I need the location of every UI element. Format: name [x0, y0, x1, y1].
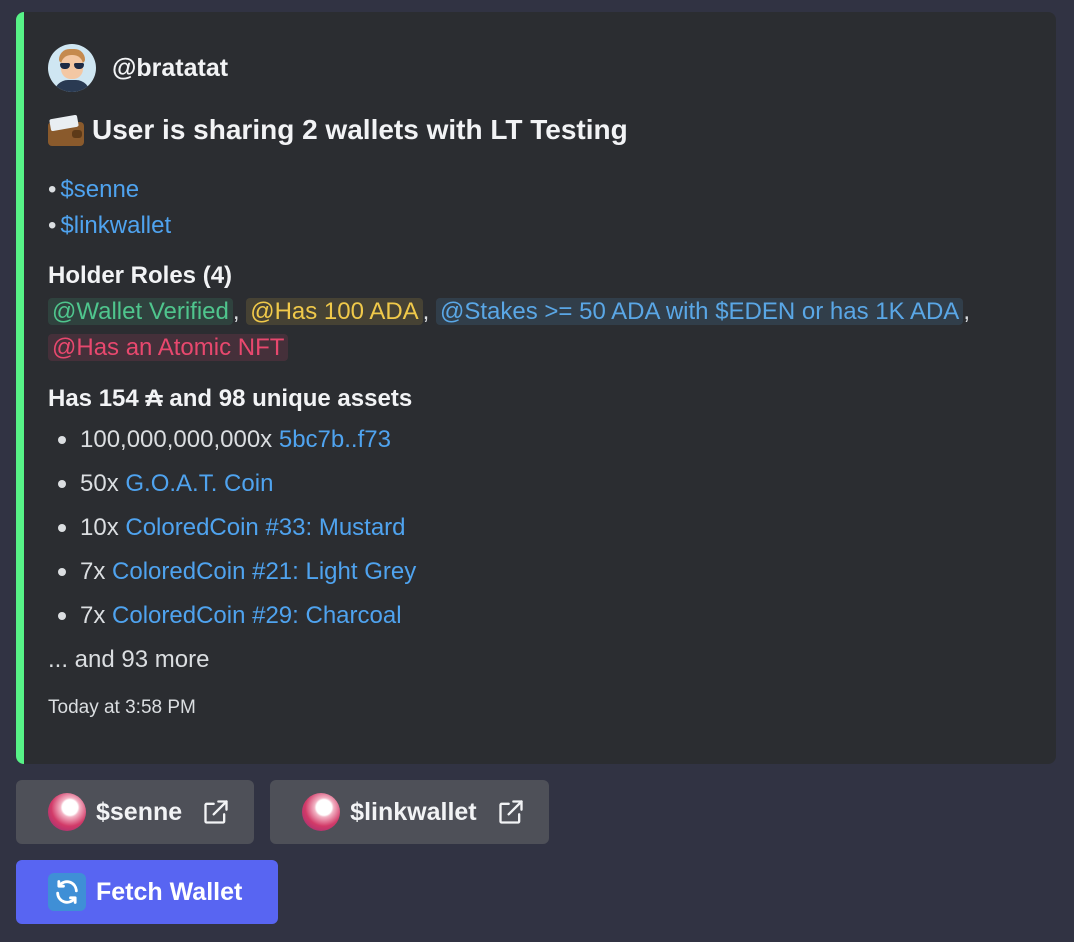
- asset-quantity: 10x: [80, 514, 119, 541]
- asset-list-item: 50x G.O.A.T. Coin: [48, 462, 1032, 506]
- wallet-list-item: • $senne: [48, 172, 1032, 208]
- bullet-icon: [58, 436, 66, 444]
- button-label: $senne: [96, 797, 183, 826]
- linkwallet-wallet-button[interactable]: $linkwallet: [270, 780, 549, 844]
- bullet-icon: [58, 568, 66, 576]
- roles-list: @Wallet Verified, @Has 100 ADA, @Stakes …: [48, 294, 1008, 366]
- asset-quantity: 7x: [80, 558, 106, 585]
- button-label: Fetch Wallet: [96, 877, 243, 906]
- role-separator: ,: [232, 298, 240, 325]
- wallet-link-buttons: $senne $linkwallet: [16, 780, 549, 844]
- asset-quantity: 50x: [80, 470, 119, 497]
- bullet-icon: [58, 524, 66, 532]
- bullet: •: [48, 176, 57, 203]
- assets-heading: Has 154 ₳ and 98 unique assets: [48, 385, 413, 412]
- wallet-icon: [48, 114, 84, 146]
- author-name[interactable]: @bratatat: [112, 54, 228, 83]
- fetch-wallet-button[interactable]: Fetch Wallet: [16, 860, 278, 924]
- asset-link[interactable]: ColoredCoin #33: Mustard: [125, 514, 405, 542]
- embed-author: @bratatat: [48, 42, 1032, 94]
- orb-icon: [302, 793, 341, 831]
- role-mention-wallet-verified[interactable]: @Wallet Verified: [48, 298, 233, 325]
- external-link-icon: [204, 800, 228, 824]
- role-mention-stakes[interactable]: @Stakes >= 50 ADA with $EDEN or has 1K A…: [436, 298, 964, 325]
- asset-link[interactable]: ColoredCoin #21: Light Grey: [112, 558, 416, 586]
- asset-link[interactable]: G.O.A.T. Coin: [125, 470, 273, 498]
- asset-list-item: 7x ColoredCoin #21: Light Grey: [48, 550, 1032, 594]
- embed-title: User is sharing 2 wallets with LT Testin…: [48, 102, 1032, 158]
- external-link-icon: [498, 800, 523, 824]
- embed-title-text: User is sharing 2 wallets with LT Testin…: [92, 114, 628, 145]
- button-label: $linkwallet: [350, 797, 477, 826]
- asset-link[interactable]: 5bc7b..f73: [279, 426, 391, 454]
- bullet-icon: [58, 612, 66, 620]
- asset-quantity: 100,000,000,000x: [80, 426, 273, 453]
- asset-quantity: 7x: [80, 602, 106, 629]
- wallet-embed: @bratatat User is sharing 2 wallets with…: [16, 12, 1056, 764]
- bullet-icon: [58, 480, 66, 488]
- embed-timestamp: Today at 3:58 PM: [48, 697, 196, 718]
- wallet-link-senne[interactable]: $senne: [60, 176, 139, 204]
- orb-icon: [48, 793, 86, 831]
- wallet-list-item: • $linkwallet: [48, 208, 1032, 244]
- asset-list-item: 100,000,000,000x 5bc7b..f73: [48, 418, 1032, 462]
- refresh-icon: [48, 873, 86, 911]
- role-mention-atomic-nft[interactable]: @Has an Atomic NFT: [48, 334, 289, 361]
- role-separator: ,: [963, 298, 970, 325]
- role-separator: ,: [422, 298, 430, 325]
- senne-wallet-button[interactable]: $senne: [16, 780, 255, 844]
- asset-list-item: 10x ColoredCoin #33: Mustard: [48, 506, 1032, 550]
- wallet-link-linkwallet[interactable]: $linkwallet: [60, 212, 171, 240]
- wallet-list: • $senne • $linkwallet: [48, 172, 1032, 244]
- asset-link[interactable]: ColoredCoin #29: Charcoal: [112, 602, 402, 630]
- bullet: •: [48, 212, 57, 239]
- role-mention-has-100-ada[interactable]: @Has 100 ADA: [246, 298, 423, 325]
- user-avatar[interactable]: [48, 44, 96, 92]
- asset-list-item: 7x ColoredCoin #29: Charcoal: [48, 594, 1032, 638]
- more-assets-text: ... and 93 more: [48, 646, 210, 673]
- asset-list: 100,000,000,000x 5bc7b..f73 50x G.O.A.T.…: [48, 418, 1032, 638]
- roles-heading: Holder Roles (4): [48, 262, 233, 289]
